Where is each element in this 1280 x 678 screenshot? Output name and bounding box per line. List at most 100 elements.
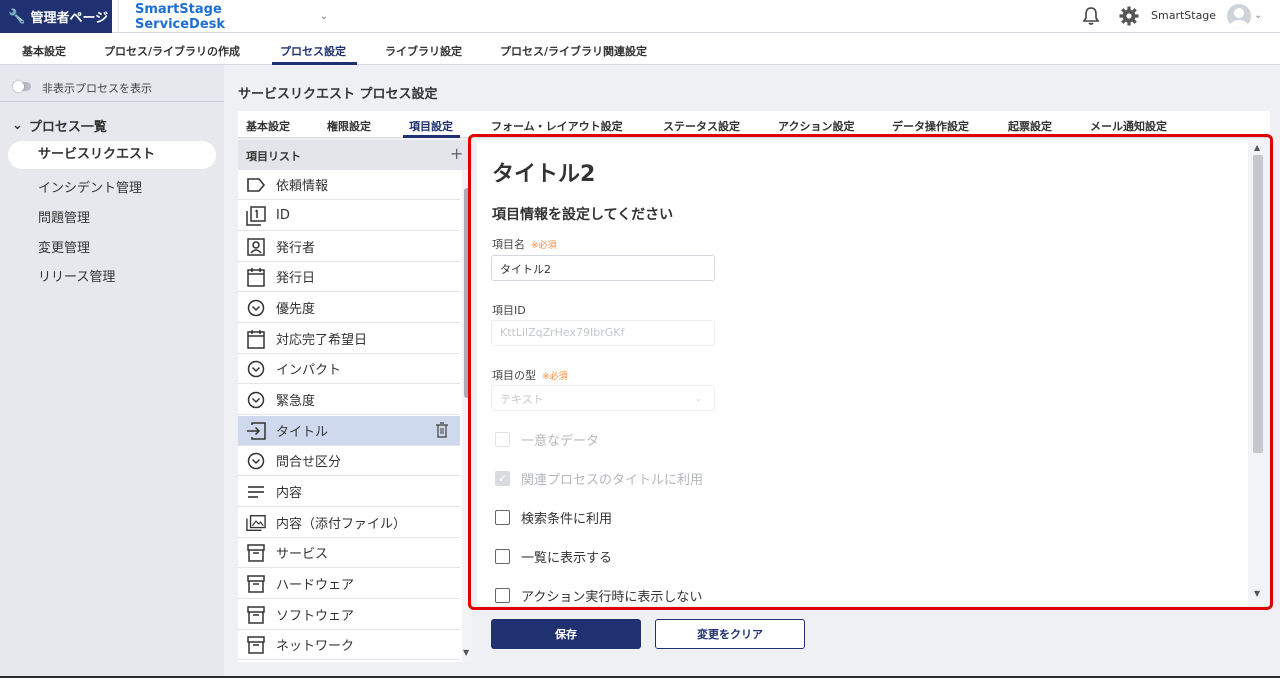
text-input-icon — [246, 421, 266, 441]
item-type-label: 項目の型 ※必須 — [492, 367, 568, 383]
scrollbar-thumb[interactable] — [464, 188, 470, 398]
user-name[interactable]: SmartStage — [1151, 9, 1216, 22]
list-item[interactable]: サービス — [238, 538, 460, 568]
checkbox[interactable] — [495, 549, 510, 564]
list-item[interactable]: ネットワーク — [238, 630, 460, 660]
scrollbar-thumb[interactable] — [1253, 155, 1263, 453]
chevron-down-icon: ⌄ — [695, 394, 702, 403]
list-item[interactable]: 対応完了希望日 — [238, 324, 460, 354]
list-item-label: タイトル — [276, 425, 329, 440]
checkbox-label: アクション実行時に表示しない — [521, 590, 703, 605]
list-item-label: 発行日 — [276, 271, 316, 286]
list-item-label: ネットワーク — [276, 639, 355, 654]
list-item-label: 内容（添付ファイル） — [276, 517, 407, 532]
clear-changes-button[interactable]: 変更をクリア — [655, 619, 805, 649]
label-icon — [246, 175, 266, 195]
checkbox[interactable] — [495, 588, 510, 603]
list-item-label: インパクト — [276, 363, 342, 378]
tab-fields[interactable]: 項目設定 — [409, 118, 453, 134]
item-id-input: KttLilZqZrHex79IbrGKf — [491, 320, 715, 346]
form-subtitle: 項目情報を設定してください — [492, 207, 674, 223]
add-item-icon[interactable]: + — [450, 144, 463, 163]
archive-icon — [246, 605, 266, 625]
chevron-down-icon[interactable]: ⌄ — [1254, 10, 1262, 21]
bell-icon[interactable] — [1082, 6, 1100, 30]
checkbox-label: 関連プロセスのタイトルに利用 — [521, 473, 704, 488]
lines-icon — [246, 482, 266, 502]
hide-on-action-checkbox[interactable]: アクション実行時に表示しない — [495, 586, 702, 605]
list-item[interactable]: 発行日 — [238, 262, 460, 292]
tab-data-ops[interactable]: データ操作設定 — [892, 118, 969, 134]
item-list-scrollbar[interactable]: ▼ — [462, 170, 472, 662]
required-mark: ※必須 — [542, 372, 568, 382]
main-nav: 基本設定 プロセス/ライブラリの作成 プロセス設定 ライブラリ設定 プロセス/ラ… — [0, 33, 1280, 65]
nav-process-library-relation[interactable]: プロセス/ライブラリ関連設定 — [500, 43, 647, 59]
list-item[interactable]: 内容 — [238, 477, 460, 507]
unique-data-checkbox: 一意なデータ — [495, 430, 599, 449]
list-item-label: 内容 — [276, 486, 303, 501]
list-item[interactable]: 優先度 — [238, 293, 460, 323]
sidebar-item-problem[interactable]: 問題管理 — [38, 207, 90, 226]
admin-page-badge[interactable]: 🔧 管理者ページ — [0, 0, 112, 33]
item-list-header: 項目リスト + — [238, 140, 472, 170]
tab-form-layout[interactable]: フォーム・レイアウト設定 — [491, 118, 623, 134]
list-item-selected[interactable]: タイトル — [238, 416, 460, 446]
item-name-label: 項目名 ※必須 — [492, 236, 557, 252]
list-item[interactable]: ソフトウェア — [238, 600, 460, 630]
nav-process-library-create[interactable]: プロセス/ライブラリの作成 — [104, 43, 240, 59]
nav-library-settings[interactable]: ライブラリ設定 — [385, 43, 462, 59]
show-hidden-toggle[interactable] — [13, 81, 31, 92]
list-item[interactable]: ID — [238, 201, 460, 231]
process-list-header[interactable]: ⌄ プロセス一覧 — [12, 116, 107, 135]
app-switcher[interactable]: SmartStage ServiceDesk ⌄ — [118, 0, 328, 33]
list-item-label: ハードウェア — [276, 578, 355, 593]
list-item[interactable]: インパクト — [238, 354, 460, 384]
list-item[interactable]: 発行者 — [238, 232, 460, 262]
divider — [0, 101, 224, 102]
list-item[interactable]: 緊急度 — [238, 385, 460, 415]
sidebar-item-service-request[interactable]: サービスリクエスト — [8, 141, 216, 169]
label-text: 項目の型 — [492, 369, 536, 382]
list-item[interactable]: ハードウェア — [238, 569, 460, 599]
tab-actions[interactable]: アクション設定 — [778, 118, 854, 134]
checkbox[interactable] — [495, 510, 510, 525]
tab-permissions[interactable]: 権限設定 — [327, 118, 371, 134]
scroll-down-icon[interactable]: ▼ — [1254, 589, 1260, 598]
chevron-down-icon: ⌄ — [12, 118, 23, 133]
toggle-label: 非表示プロセスを表示 — [42, 82, 152, 95]
show-in-list-checkbox[interactable]: 一覧に表示する — [495, 547, 612, 566]
nav-basic-settings[interactable]: 基本設定 — [22, 43, 66, 59]
scroll-down-icon[interactable]: ▼ — [463, 648, 469, 657]
checkbox-label: 検索条件に利用 — [521, 512, 613, 527]
checkbox — [495, 432, 510, 447]
trash-icon[interactable] — [435, 422, 449, 442]
nav-process-settings[interactable]: プロセス設定 — [280, 43, 346, 59]
sidebar-item-incident[interactable]: インシデント管理 — [38, 177, 142, 196]
scroll-up-icon[interactable]: ▲ — [1254, 143, 1260, 152]
avatar[interactable] — [1227, 4, 1251, 28]
calendar-icon — [246, 329, 266, 349]
sidebar-item-release[interactable]: リリース管理 — [38, 266, 115, 285]
sidebar-item-change[interactable]: 変更管理 — [38, 237, 90, 256]
list-item-label: ID — [276, 208, 290, 223]
item-id-label: 項目ID — [492, 304, 526, 317]
save-button[interactable]: 保存 — [491, 619, 641, 649]
list-item[interactable]: 問合せ区分 — [238, 446, 460, 476]
list-item-label: 依頼情報 — [276, 179, 329, 194]
checkbox: ✓ — [495, 471, 510, 486]
list-item[interactable]: 内容（添付ファイル） — [238, 508, 460, 538]
tab-status[interactable]: ステータス設定 — [663, 118, 740, 134]
active-nav-indicator — [272, 62, 357, 65]
chevron-down-icon: ⌄ — [319, 11, 328, 22]
gear-icon[interactable] — [1118, 5, 1140, 31]
item-name-input[interactable]: タイトル2 — [491, 255, 715, 281]
form-scrollbar[interactable]: ▲ ▼ — [1248, 140, 1268, 606]
checkbox-label: 一意なデータ — [521, 434, 600, 449]
use-in-search-checkbox[interactable]: 検索条件に利用 — [495, 508, 612, 527]
tab-basic[interactable]: 基本設定 — [246, 118, 290, 134]
tab-ticketing[interactable]: 起票設定 — [1008, 118, 1052, 134]
dropdown-circle-icon — [246, 359, 266, 379]
list-item[interactable]: 依頼情報 — [238, 170, 460, 200]
label-text: 項目名 — [492, 238, 525, 251]
tab-mail-notify[interactable]: メール通知設定 — [1090, 118, 1167, 134]
